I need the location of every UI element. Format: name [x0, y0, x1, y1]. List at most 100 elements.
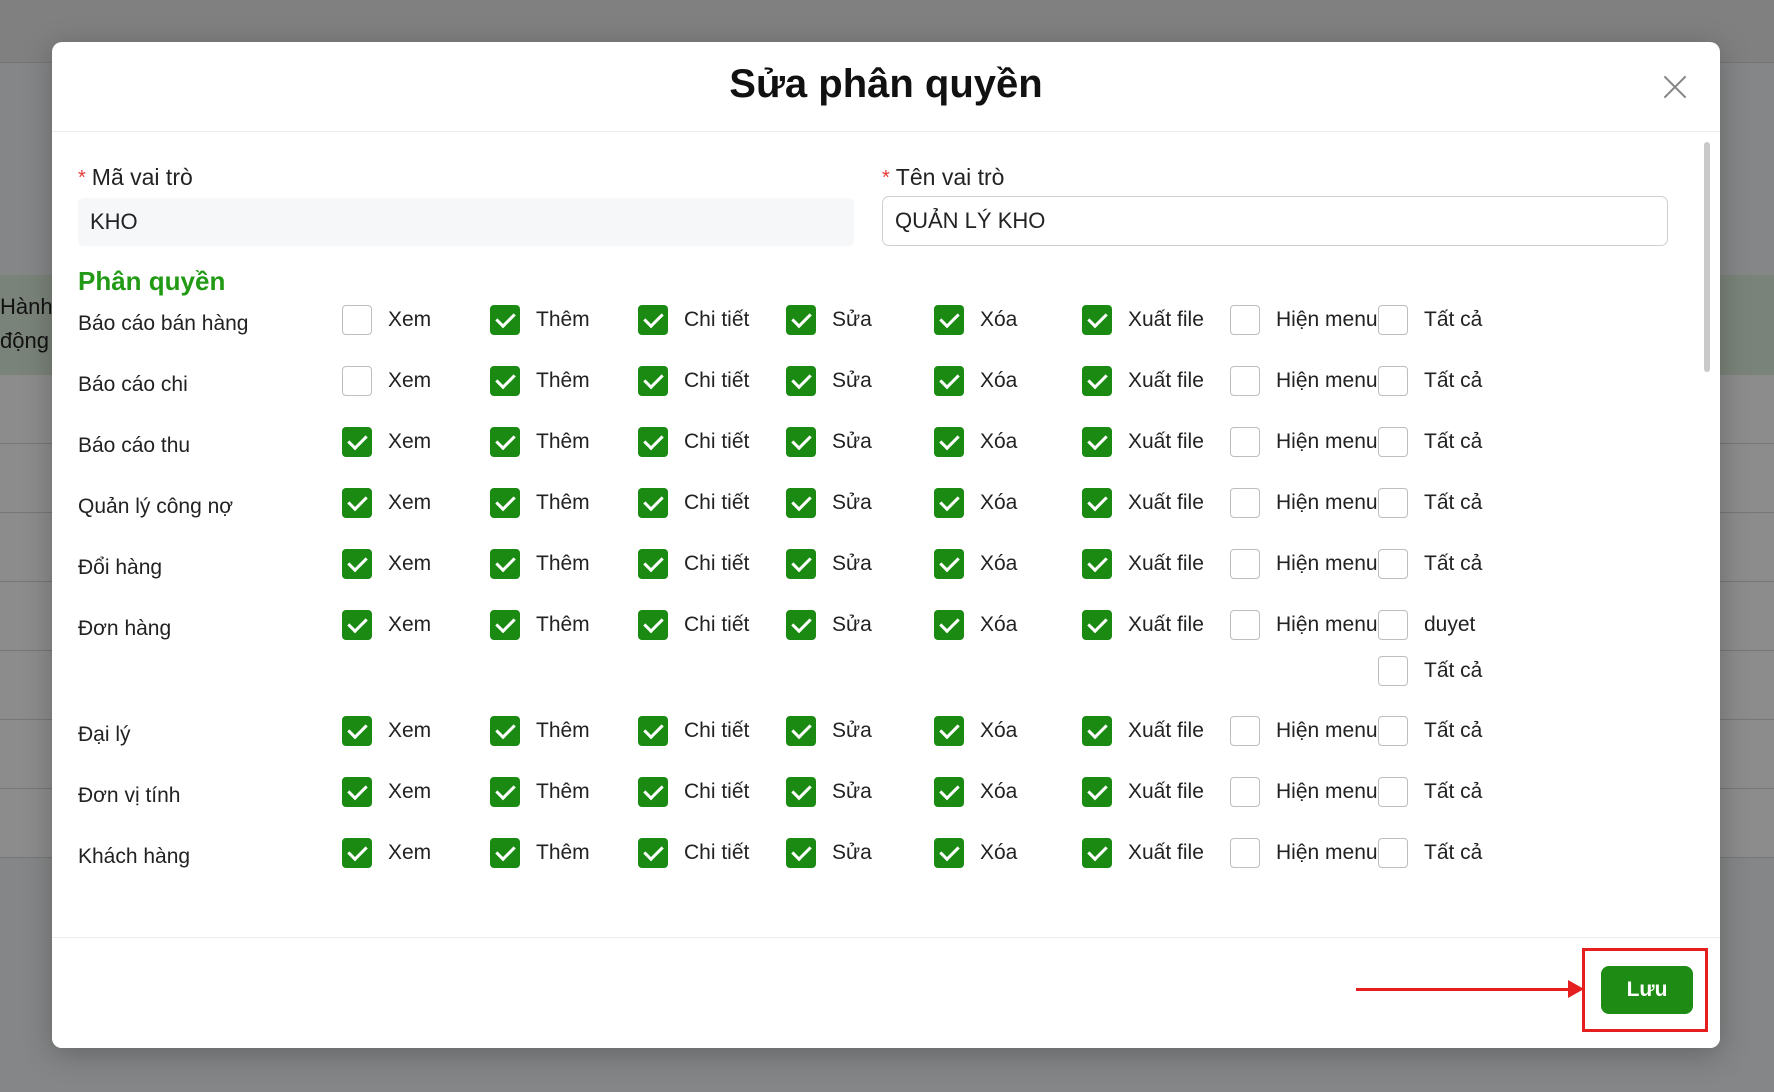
permission-checkbox-item[interactable]: Xóa: [934, 488, 1017, 518]
checkbox-checked[interactable]: [786, 838, 816, 868]
permission-checkbox-item[interactable]: Sửa: [786, 610, 872, 640]
checkbox-unchecked[interactable]: [342, 305, 372, 335]
permission-checkbox-item[interactable]: Sửa: [786, 305, 872, 335]
checkbox-checked[interactable]: [934, 838, 964, 868]
checkbox-checked[interactable]: [786, 488, 816, 518]
permission-checkbox-item[interactable]: Sửa: [786, 777, 872, 807]
checkbox-checked[interactable]: [638, 366, 668, 396]
permission-checkbox-item[interactable]: Chi tiết: [638, 305, 749, 335]
checkbox-unchecked[interactable]: [1378, 366, 1408, 396]
permission-checkbox-item[interactable]: Hiện menu: [1230, 488, 1378, 518]
permission-checkbox-item[interactable]: Sửa: [786, 838, 872, 868]
checkbox-checked[interactable]: [934, 716, 964, 746]
permission-checkbox-item[interactable]: Xem: [342, 716, 431, 746]
checkbox-checked[interactable]: [786, 305, 816, 335]
checkbox-checked[interactable]: [1082, 366, 1112, 396]
checkbox-unchecked[interactable]: [1230, 488, 1260, 518]
checkbox-checked[interactable]: [934, 488, 964, 518]
modal-body[interactable]: * Mã vai trò KHO * Tên vai trò QUẢN LÝ KHO…: [52, 132, 1720, 936]
permission-checkbox-item[interactable]: Thêm: [490, 838, 590, 868]
permission-checkbox-item[interactable]: Xuất file: [1082, 777, 1204, 807]
permission-checkbox-item[interactable]: Chi tiết: [638, 610, 749, 640]
checkbox-checked[interactable]: [1082, 488, 1112, 518]
checkbox-checked[interactable]: [786, 716, 816, 746]
permission-checkbox-item[interactable]: Sửa: [786, 488, 872, 518]
permission-checkbox-item[interactable]: Xóa: [934, 610, 1017, 640]
checkbox-unchecked[interactable]: [1378, 488, 1408, 518]
permission-checkbox-item[interactable]: Xem: [342, 610, 431, 640]
checkbox-checked[interactable]: [1082, 549, 1112, 579]
checkbox-unchecked[interactable]: [1378, 427, 1408, 457]
permission-checkbox-item[interactable]: Hiện menu: [1230, 427, 1378, 457]
permission-checkbox-item[interactable]: Thêm: [490, 427, 590, 457]
permission-checkbox-item[interactable]: Thêm: [490, 366, 590, 396]
checkbox-checked[interactable]: [786, 366, 816, 396]
checkbox-unchecked[interactable]: [1378, 777, 1408, 807]
permission-checkbox-item[interactable]: Thêm: [490, 305, 590, 335]
permission-checkbox-item[interactable]: Sửa: [786, 549, 872, 579]
checkbox-checked[interactable]: [490, 488, 520, 518]
checkbox-checked[interactable]: [638, 777, 668, 807]
permission-checkbox-item[interactable]: Hiện menu: [1230, 305, 1378, 335]
permission-checkbox-item[interactable]: Xem: [342, 305, 431, 335]
checkbox-checked[interactable]: [1082, 305, 1112, 335]
permission-checkbox-item[interactable]: Chi tiết: [638, 488, 749, 518]
permission-checkbox-item[interactable]: Sửa: [786, 366, 872, 396]
permission-checkbox-item[interactable]: Xem: [342, 488, 431, 518]
permission-checkbox-item[interactable]: Thêm: [490, 488, 590, 518]
checkbox-checked[interactable]: [490, 838, 520, 868]
checkbox-checked[interactable]: [342, 549, 372, 579]
modal-scrollbar[interactable]: [1704, 142, 1710, 372]
permission-checkbox-item[interactable]: Xuất file: [1082, 549, 1204, 579]
checkbox-checked[interactable]: [638, 610, 668, 640]
checkbox-unchecked[interactable]: [1230, 549, 1260, 579]
checkbox-checked[interactable]: [490, 716, 520, 746]
checkbox-checked[interactable]: [638, 488, 668, 518]
checkbox-checked[interactable]: [342, 610, 372, 640]
checkbox-checked[interactable]: [786, 610, 816, 640]
checkbox-checked[interactable]: [934, 305, 964, 335]
checkbox-checked[interactable]: [490, 777, 520, 807]
checkbox-checked[interactable]: [786, 549, 816, 579]
checkbox-unchecked[interactable]: [1230, 427, 1260, 457]
permission-checkbox-item[interactable]: Tất cả: [1378, 656, 1482, 686]
checkbox-unchecked[interactable]: [1230, 777, 1260, 807]
permission-checkbox-item[interactable]: Thêm: [490, 716, 590, 746]
checkbox-checked[interactable]: [1082, 427, 1112, 457]
checkbox-checked[interactable]: [1082, 610, 1112, 640]
permission-checkbox-item[interactable]: Tất cả: [1378, 305, 1482, 335]
permission-checkbox-item[interactable]: Thêm: [490, 777, 590, 807]
permission-checkbox-item[interactable]: Tất cả: [1378, 716, 1482, 746]
checkbox-checked[interactable]: [786, 427, 816, 457]
permission-checkbox-item[interactable]: Hiện menu: [1230, 366, 1378, 396]
checkbox-checked[interactable]: [490, 305, 520, 335]
checkbox-checked[interactable]: [638, 716, 668, 746]
permission-checkbox-item[interactable]: Tất cả: [1378, 777, 1482, 807]
permission-checkbox-item[interactable]: Sửa: [786, 716, 872, 746]
checkbox-checked[interactable]: [638, 838, 668, 868]
checkbox-checked[interactable]: [342, 427, 372, 457]
checkbox-unchecked[interactable]: [1378, 838, 1408, 868]
save-button[interactable]: Lưu: [1601, 966, 1693, 1014]
permission-checkbox-item[interactable]: Xóa: [934, 549, 1017, 579]
permission-checkbox-item[interactable]: Chi tiết: [638, 777, 749, 807]
permission-checkbox-item[interactable]: Xem: [342, 366, 431, 396]
permission-checkbox-item[interactable]: Xem: [342, 777, 431, 807]
checkbox-checked[interactable]: [342, 777, 372, 807]
checkbox-checked[interactable]: [490, 549, 520, 579]
checkbox-checked[interactable]: [490, 366, 520, 396]
permission-checkbox-item[interactable]: Xóa: [934, 305, 1017, 335]
permission-checkbox-item[interactable]: Xem: [342, 549, 431, 579]
permission-checkbox-item[interactable]: Hiện menu: [1230, 549, 1378, 579]
permission-checkbox-item[interactable]: Tất cả: [1378, 427, 1482, 457]
permission-checkbox-item[interactable]: Thêm: [490, 549, 590, 579]
checkbox-checked[interactable]: [934, 366, 964, 396]
permission-checkbox-item[interactable]: Chi tiết: [638, 716, 749, 746]
checkbox-checked[interactable]: [490, 610, 520, 640]
checkbox-checked[interactable]: [490, 427, 520, 457]
checkbox-checked[interactable]: [342, 488, 372, 518]
permission-checkbox-item[interactable]: Chi tiết: [638, 838, 749, 868]
permission-checkbox-item[interactable]: duyet: [1378, 610, 1475, 640]
checkbox-checked[interactable]: [786, 777, 816, 807]
permission-checkbox-item[interactable]: Sửa: [786, 427, 872, 457]
